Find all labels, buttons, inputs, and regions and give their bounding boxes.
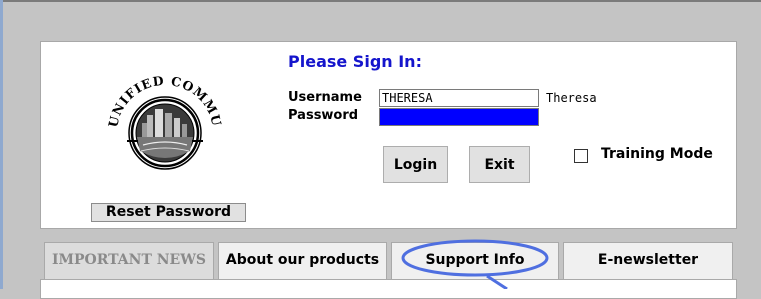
tab-e-newsletter[interactable]: E-newsletter	[563, 242, 733, 279]
training-mode-label[interactable]: Training Mode	[601, 146, 713, 162]
login-panel: THE UNIFIED COMMUNITY Reset Password Ple…	[40, 41, 737, 229]
exit-button[interactable]: Exit	[469, 146, 530, 183]
tab-important-news[interactable]: IMPORTANT NEWS	[44, 242, 214, 279]
login-button[interactable]: Login	[383, 146, 448, 183]
community-logo: THE UNIFIED COMMUNITY	[103, 71, 224, 170]
sign-in-title: Please Sign In:	[288, 52, 422, 71]
password-label: Password	[288, 108, 359, 123]
window-top-border	[0, 0, 761, 2]
window-left-border	[0, 0, 3, 289]
reset-password-button[interactable]: Reset Password	[91, 203, 246, 222]
current-user-display: Theresa	[546, 91, 597, 105]
password-input[interactable]	[379, 108, 539, 126]
tab-support-info[interactable]: Support Info	[391, 242, 559, 279]
username-label: Username	[288, 90, 362, 105]
tab-content-panel	[40, 279, 737, 299]
tab-about-products[interactable]: About our products	[218, 242, 387, 279]
training-mode-checkbox[interactable]	[574, 149, 588, 163]
username-input[interactable]	[379, 89, 539, 107]
